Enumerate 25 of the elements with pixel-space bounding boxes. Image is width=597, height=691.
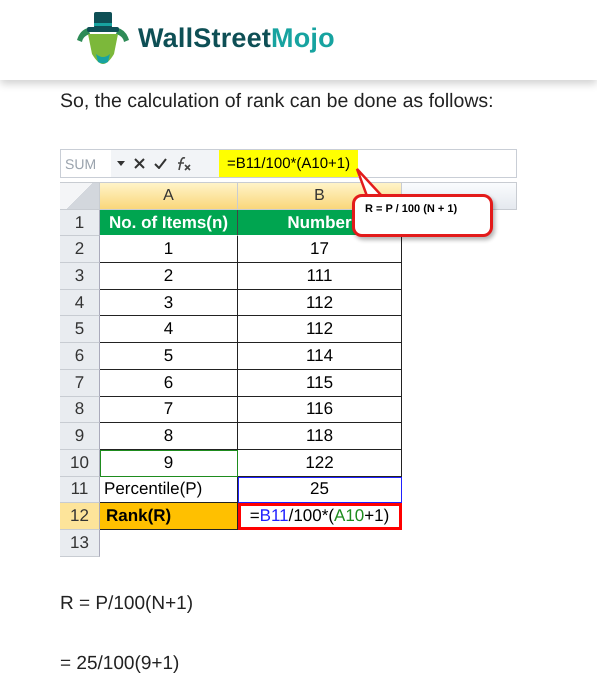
table-cell: 116	[238, 396, 402, 424]
table-cell: 6	[100, 370, 238, 396]
intro-text: So, the calculation of rank can be done as follows:	[60, 90, 495, 113]
table-cell: 7	[100, 396, 238, 424]
table-cell: 112	[238, 316, 402, 344]
equation-text: R = P/100(N+1)	[60, 592, 194, 615]
table-cell: 9	[100, 450, 238, 477]
table-cell: 112	[238, 290, 402, 316]
formula-cell: =B11/100*(A10+1)	[238, 503, 402, 530]
brand-name: WallStreetMojo	[138, 22, 335, 54]
table-cell: 114	[238, 343, 402, 370]
header-cell: No. of Items(n)	[100, 210, 238, 236]
table-cell: Rank(R)	[100, 503, 238, 530]
table-cell: 122	[238, 450, 402, 477]
table-cell: 111	[238, 263, 402, 290]
table-cell: 4	[100, 316, 238, 344]
table-cell: 5	[100, 343, 238, 370]
table-cell: 3	[100, 290, 238, 316]
table-cell: 115	[238, 370, 402, 396]
table-cell: 118	[238, 423, 402, 450]
table-cell: 1	[100, 236, 238, 264]
equation-text: = 25/100(9+1)	[60, 652, 180, 675]
table-cell: 2	[100, 263, 238, 290]
table-cell: 25	[238, 476, 402, 504]
table-cell: 8	[100, 423, 238, 450]
